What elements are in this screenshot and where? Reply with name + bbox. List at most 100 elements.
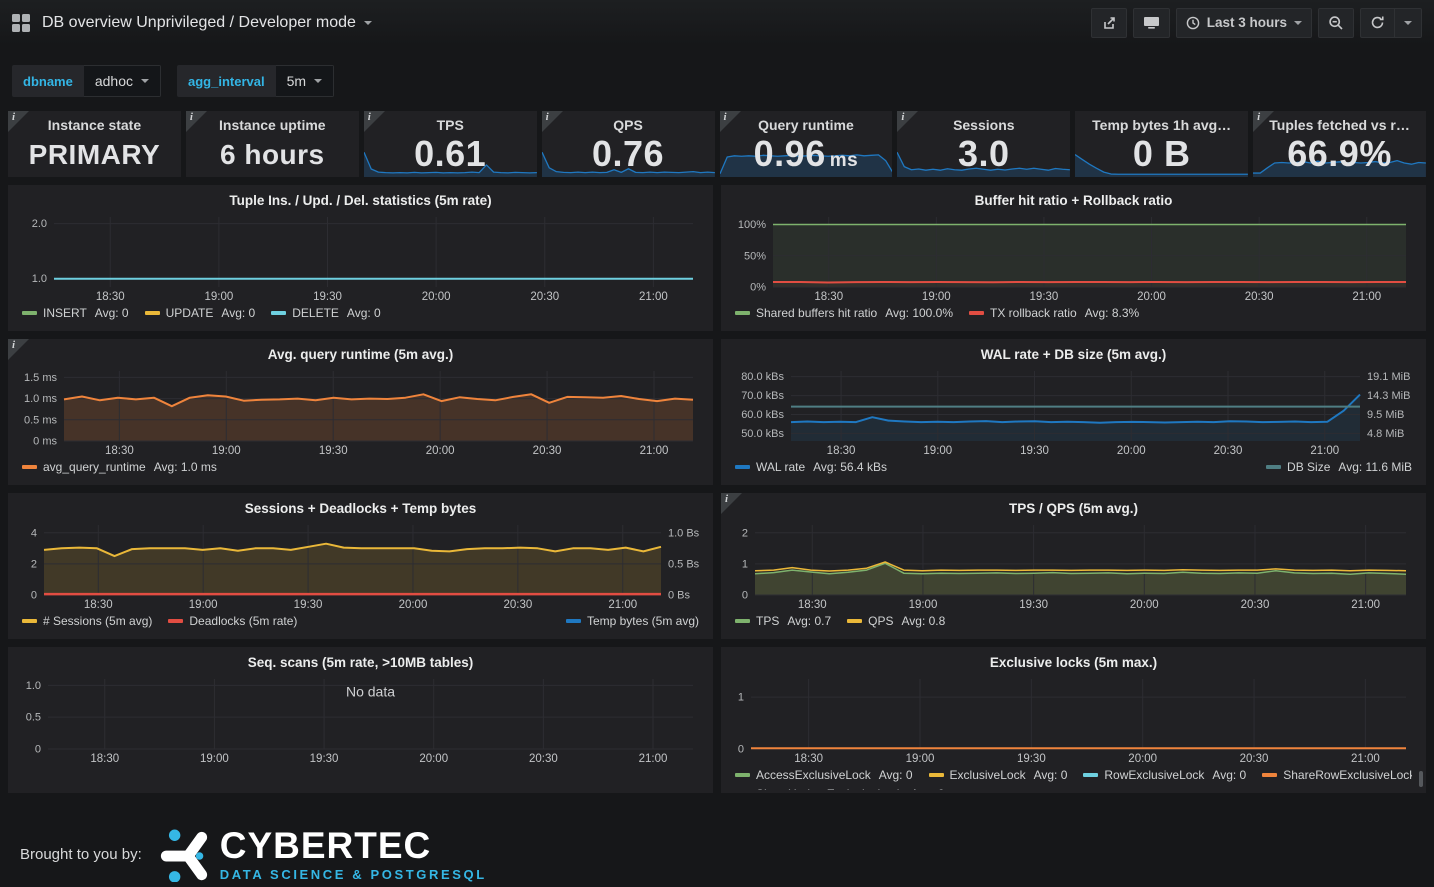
legend-swatch-icon xyxy=(566,619,581,623)
stat-title[interactable]: Sessions xyxy=(897,117,1070,133)
svg-text:9.5 MiB: 9.5 MiB xyxy=(1367,409,1404,421)
panel-title[interactable]: WAL rate + DB size (5m avg.) xyxy=(721,339,1426,362)
legend-item[interactable]: QPSAvg: 0.8 xyxy=(847,614,945,628)
legend-swatch-icon xyxy=(1083,773,1098,777)
svg-text:20:00: 20:00 xyxy=(426,445,455,457)
legend-swatch-icon xyxy=(1262,773,1277,777)
zoom-out-button[interactable] xyxy=(1318,8,1354,38)
refresh-caret-icon xyxy=(1404,21,1412,25)
panel-title[interactable]: Seq. scans (5m rate, >10MB tables) xyxy=(8,647,713,670)
chart-plot-tps-qps: 01218:3019:0019:3020:0020:3021:00 xyxy=(727,521,1420,611)
chart-legend xyxy=(22,765,699,790)
panel-info-icon[interactable]: i xyxy=(897,111,918,132)
legend-item[interactable]: TPSAvg: 0.7 xyxy=(735,614,831,628)
legend-label: avg_query_runtime xyxy=(43,460,146,474)
dashboard-title[interactable]: DB overview Unprivileged / Developer mod… xyxy=(42,14,372,32)
svg-text:70.0 kBs: 70.0 kBs xyxy=(741,390,784,402)
panel-title[interactable]: TPS / QPS (5m avg.) xyxy=(721,493,1426,516)
legend-avg: Avg: 0.8 xyxy=(902,614,946,628)
stat-title[interactable]: Instance state xyxy=(8,117,181,133)
stat-title[interactable]: TPS xyxy=(364,117,537,133)
info-letter: i xyxy=(368,111,371,123)
stat-value: 0 B xyxy=(1075,133,1248,175)
legend-item[interactable]: avg_query_runtimeAvg: 1.0 ms xyxy=(22,460,217,474)
legend-scrollbar[interactable] xyxy=(1419,771,1423,787)
legend-swatch-icon xyxy=(929,773,944,777)
stat-panel-tps: iTPS0.61 xyxy=(364,111,537,177)
variable-dbname-label: dbname xyxy=(12,65,84,97)
info-letter: i xyxy=(546,111,549,123)
legend-item[interactable]: WAL rateAvg: 56.4 kBs xyxy=(735,460,887,474)
legend-item[interactable]: DELETEAvg: 0 xyxy=(271,306,381,320)
panel-title[interactable]: Tuple Ins. / Upd. / Del. statistics (5m … xyxy=(8,185,713,208)
panel-title[interactable]: Sessions + Deadlocks + Temp bytes xyxy=(8,493,713,516)
refresh-button[interactable] xyxy=(1360,8,1394,38)
svg-text:50%: 50% xyxy=(744,250,766,262)
panel-tps-qps: iTPS / QPS (5m avg.)01218:3019:0019:3020… xyxy=(721,493,1426,639)
variable-dbname-value[interactable]: adhoc xyxy=(84,65,161,97)
legend-item[interactable]: UPDATEAvg: 0 xyxy=(145,306,256,320)
title-caret-icon xyxy=(364,21,372,25)
panel-title[interactable]: Exclusive locks (5m max.) xyxy=(721,647,1426,670)
legend-item[interactable]: Shared buffers hit ratioAvg: 100.0% xyxy=(735,306,953,320)
svg-text:14.3 MiB: 14.3 MiB xyxy=(1367,390,1410,402)
panel-exclusive-locks: Exclusive locks (5m max.)0118:3019:0019:… xyxy=(721,647,1426,793)
info-letter: i xyxy=(12,339,15,351)
panel-info-icon[interactable]: i xyxy=(542,111,563,132)
panel-info-icon[interactable]: i xyxy=(1253,111,1274,132)
panel-info-icon[interactable]: i xyxy=(721,493,742,514)
legend-item[interactable]: INSERTAvg: 0 xyxy=(22,306,129,320)
legend-item[interactable]: TX rollback ratioAvg: 8.3% xyxy=(969,306,1139,320)
legend-item[interactable]: ShareRowExclusiveLockAvg: 0 xyxy=(1262,768,1412,782)
stat-value: 0.61 xyxy=(364,133,537,175)
cybertec-logo-mark-icon xyxy=(158,828,210,882)
refresh-icon xyxy=(1370,15,1385,30)
panel-info-icon[interactable]: i xyxy=(8,111,29,132)
svg-text:21:00: 21:00 xyxy=(1352,291,1381,303)
legend-item[interactable]: RowExclusiveLockAvg: 0 xyxy=(1083,768,1246,782)
svg-text:18:30: 18:30 xyxy=(798,599,827,611)
svg-text:20:30: 20:30 xyxy=(1241,599,1270,611)
legend-item[interactable]: Deadlocks (5m rate) xyxy=(168,614,297,628)
panel-info-icon[interactable]: i xyxy=(186,111,207,132)
stat-value-text: 6 hours xyxy=(220,139,325,170)
time-range-label: Last 3 hours xyxy=(1207,15,1287,30)
share-button[interactable] xyxy=(1091,8,1127,38)
panel-avg-query-runtime: iAvg. query runtime (5m avg.)0 ms0.5 ms1… xyxy=(8,339,713,485)
stat-title[interactable]: Tuples fetched vs r… xyxy=(1253,117,1426,133)
svg-text:20:30: 20:30 xyxy=(533,445,562,457)
refresh-interval-dropdown[interactable] xyxy=(1394,8,1422,38)
cycle-view-button[interactable] xyxy=(1133,8,1170,38)
legend-item[interactable]: Temp bytes (5m avg) xyxy=(566,614,699,628)
panel-info-icon[interactable]: i xyxy=(720,111,741,132)
time-picker-button[interactable]: Last 3 hours xyxy=(1176,8,1312,38)
panel-info-icon[interactable]: i xyxy=(8,339,29,360)
svg-text:18:30: 18:30 xyxy=(814,291,843,303)
stat-panel-instance-state: iInstance statePRIMARY xyxy=(8,111,181,177)
panel-info-icon[interactable]: i xyxy=(364,111,385,132)
svg-text:19:00: 19:00 xyxy=(906,753,935,765)
svg-text:19:30: 19:30 xyxy=(1019,599,1048,611)
stat-title[interactable]: Instance uptime xyxy=(186,117,359,133)
stat-title[interactable]: QPS xyxy=(542,117,715,133)
chart-legend: AccessExclusiveLockAvg: 0 ExclusiveLockAv… xyxy=(735,765,1412,790)
panel-title[interactable]: Avg. query runtime (5m avg.) xyxy=(8,339,713,362)
stat-title[interactable]: Temp bytes 1h avg… xyxy=(1075,117,1248,133)
info-letter: i xyxy=(1257,111,1260,123)
svg-text:20:00: 20:00 xyxy=(1128,753,1157,765)
legend-item[interactable]: ShareUpdateExclusiveLockAvg: 0 xyxy=(735,787,945,791)
svg-text:2: 2 xyxy=(742,527,748,539)
variable-agg-interval-value[interactable]: 5m xyxy=(276,65,334,97)
stat-title[interactable]: Query runtime xyxy=(720,117,893,133)
panel-title[interactable]: Buffer hit ratio + Rollback ratio xyxy=(721,185,1426,208)
agg-interval-caret-icon xyxy=(314,79,322,83)
chart-plot-sessions-deadlocks: 0240 Bs0.5 Bs1.0 Bs18:3019:0019:3020:002… xyxy=(14,521,707,611)
legend-item[interactable]: # Sessions (5m avg) xyxy=(22,614,152,628)
stat-panels-row: iInstance statePRIMARYiInstance uptime6 … xyxy=(0,111,1434,177)
legend-item[interactable]: AccessExclusiveLockAvg: 0 xyxy=(735,768,913,782)
legend-avg: Avg: 11.6 MiB xyxy=(1338,460,1412,474)
dashboards-icon[interactable] xyxy=(12,14,30,32)
legend-item[interactable]: DB SizeAvg: 11.6 MiB xyxy=(1266,460,1412,474)
legend-label: TPS xyxy=(756,614,779,628)
legend-item[interactable]: ExclusiveLockAvg: 0 xyxy=(929,768,1068,782)
